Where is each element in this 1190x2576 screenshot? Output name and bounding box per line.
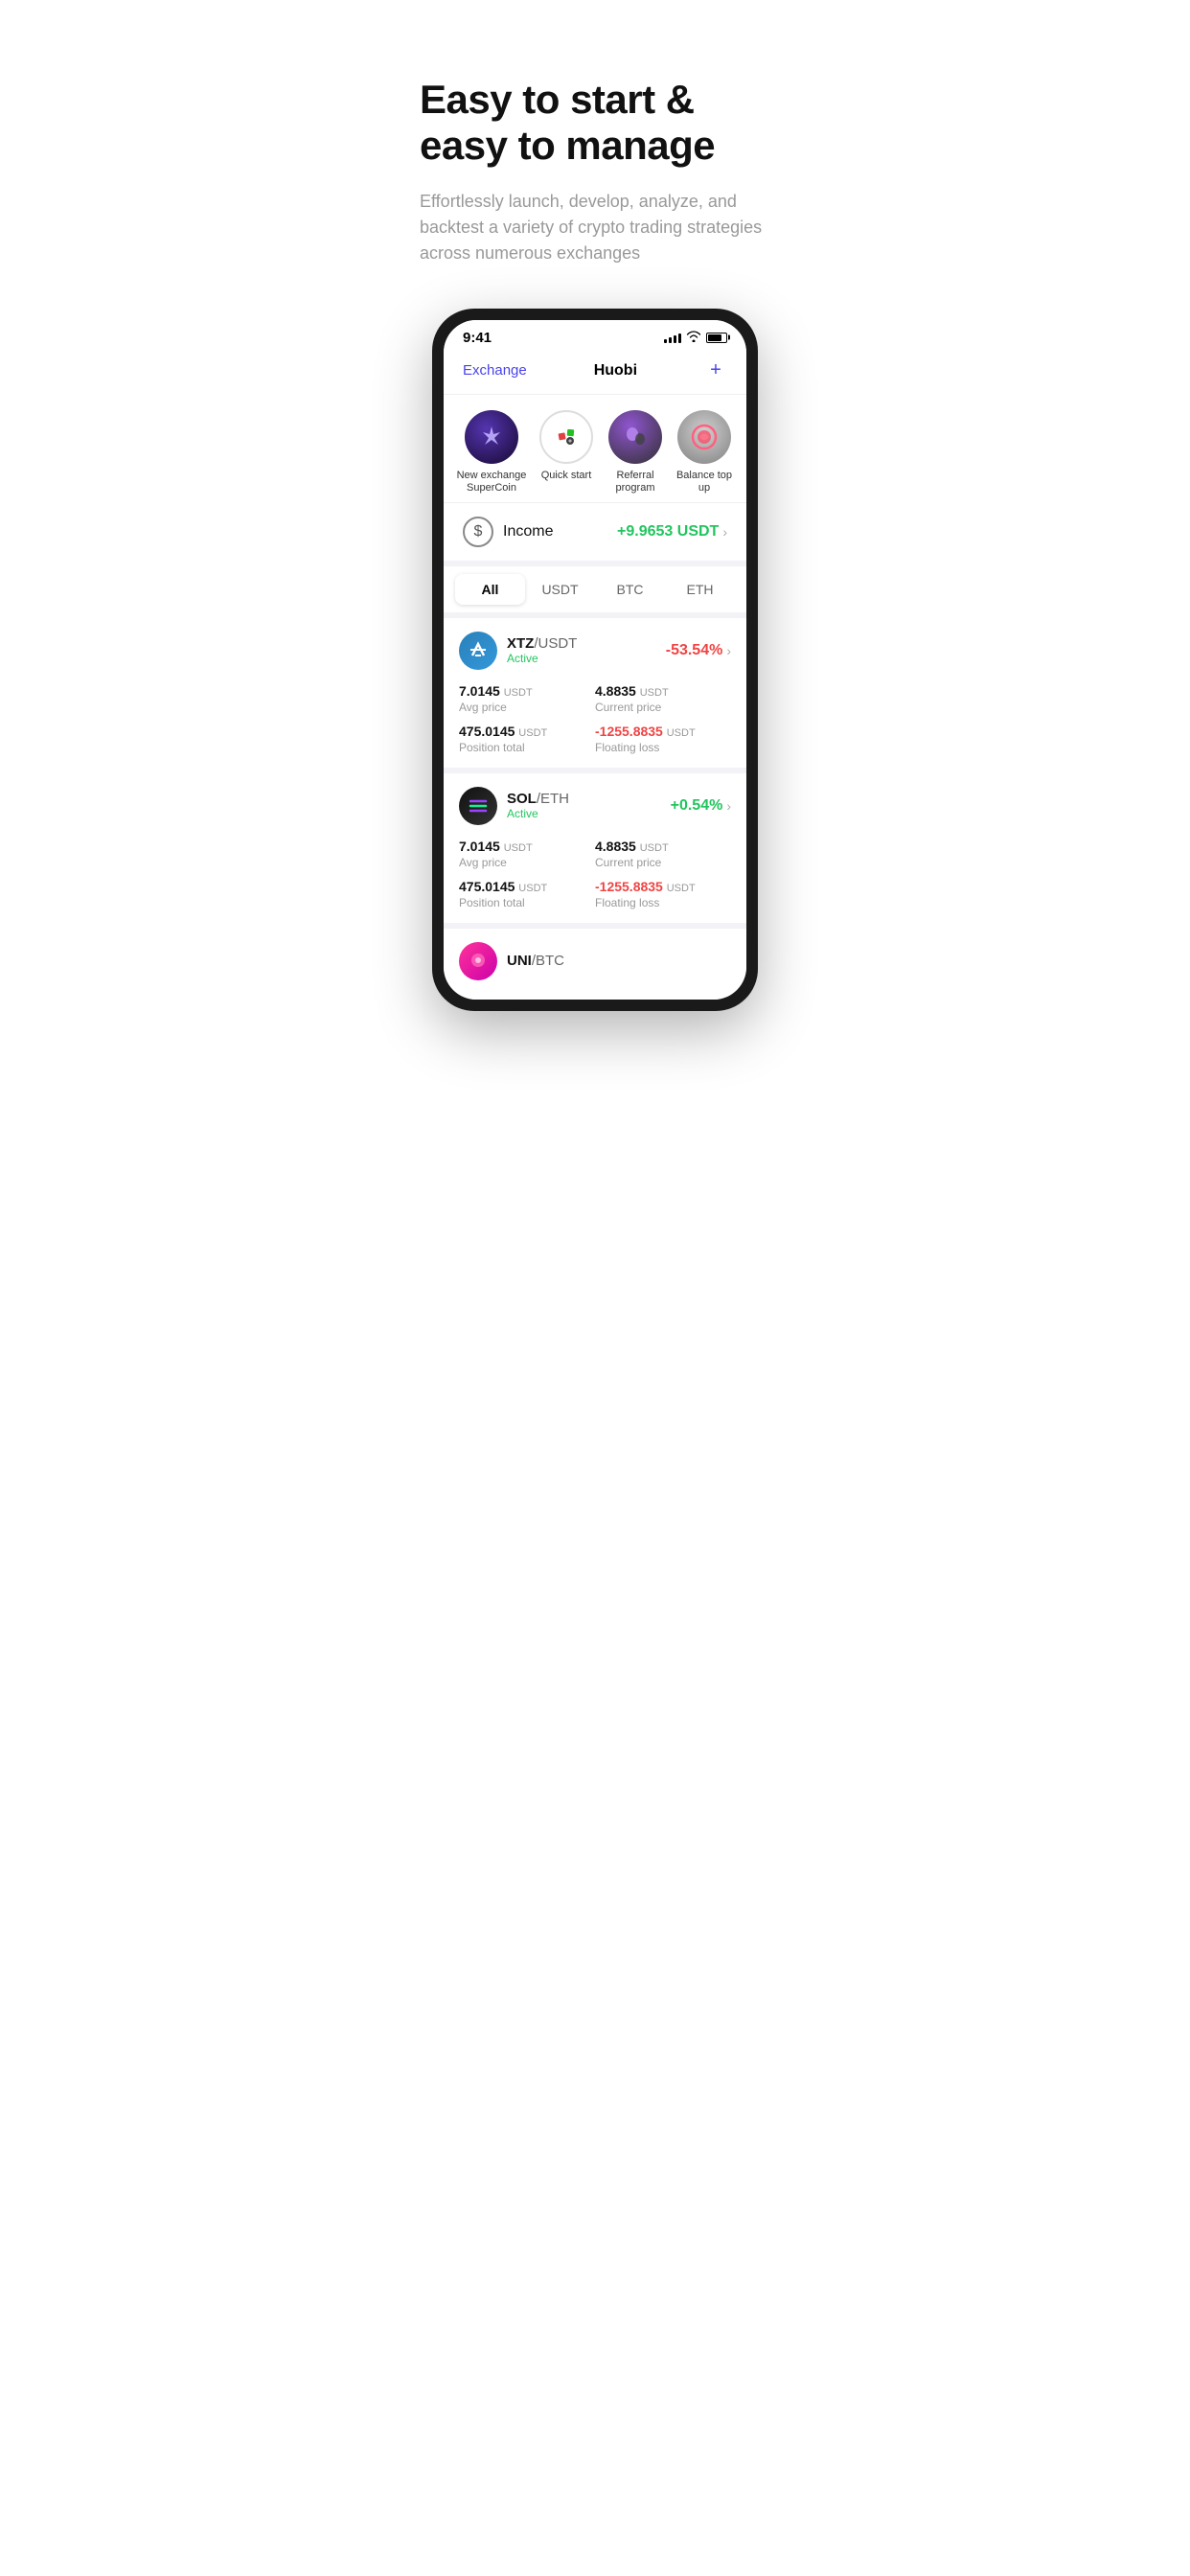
tab-btc[interactable]: BTC [595,574,665,605]
xtz-pct-row: -53.54% › [666,642,731,659]
uni-pair: UNI/BTC [507,953,564,969]
xtz-floating-label: Floating loss [595,741,731,754]
tab-eth[interactable]: ETH [665,574,735,605]
xtz-floating-loss: -1255.8835 USDT Floating loss [595,724,731,754]
topup-icon [677,410,731,464]
sol-coin-info: SOL/ETH Active [459,787,569,825]
xtz-name-block: XTZ/USDT Active [507,635,577,665]
action-item-supercoin[interactable]: New exchange SuperCoin [451,410,532,494]
xtz-pair: XTZ/USDT [507,635,577,652]
xtz-avg-price-value: 7.0145 USDT [459,683,595,699]
action-item-topup[interactable]: Balance top up [670,410,739,494]
exchange-name: Huobi [594,362,637,380]
signal-icon [664,332,681,343]
sol-avatar [459,787,497,825]
xtz-stats: 7.0145 USDT Avg price 4.8835 USDT Curren… [459,683,731,754]
tab-usdt[interactable]: USDT [525,574,595,605]
xtz-status: Active [507,652,577,665]
sol-avg-price: 7.0145 USDT Avg price [459,839,595,869]
xtz-avatar [459,632,497,670]
xtz-avg-price-label: Avg price [459,701,595,714]
phone-frame: 9:41 [432,309,758,1011]
page-wrapper: Easy to start & easy to manage Effortles… [397,0,793,1011]
phone-screen: 9:41 [444,320,746,1000]
sol-current-price-value: 4.8835 USDT [595,839,731,854]
phone-container: 9:41 [397,289,793,1011]
xtz-current-price-label: Current price [595,701,731,714]
uni-name-block: UNI/BTC [507,953,564,969]
sol-avg-price-value: 7.0145 USDT [459,839,595,854]
sol-stats: 7.0145 USDT Avg price 4.8835 USDT Curren… [459,839,731,909]
xtz-position-total: 475.0145 USDT Position total [459,724,595,754]
action-item-quickstart[interactable]: Quick start [532,410,601,494]
xtz-current-price: 4.8835 USDT Current price [595,683,731,714]
sol-avg-price-label: Avg price [459,856,595,869]
trade-card-xtz-header[interactable]: XTZ/USDT Active -53.54% › [459,632,731,670]
income-label: Income [503,523,553,540]
sol-position-total: 475.0145 USDT Position total [459,879,595,909]
sol-pct-row: +0.54% › [671,797,731,815]
referral-icon [608,410,662,464]
sol-current-price-label: Current price [595,856,731,869]
sol-current-price: 4.8835 USDT Current price [595,839,731,869]
battery-icon [706,333,727,343]
tab-all[interactable]: All [455,574,525,605]
income-icon: $ [463,517,493,547]
hero-subtitle: Effortlessly launch, develop, analyze, a… [420,189,770,266]
xtz-coin-info: XTZ/USDT Active [459,632,577,670]
sol-floating-label: Floating loss [595,896,731,909]
sol-pct: +0.54% [671,797,723,815]
partial-uni-header[interactable]: UNI/BTC [459,942,731,980]
trade-card-sol: SOL/ETH Active +0.54% › 7.0145 USDT Av [444,768,746,923]
income-value: +9.9653 USDT [617,523,719,540]
xtz-pct: -53.54% [666,642,723,659]
hero-section: Easy to start & easy to manage Effortles… [397,0,793,289]
xtz-position-label: Position total [459,741,595,754]
xtz-floating-loss-value: -1255.8835 USDT [595,724,731,739]
sol-position-total-value: 475.0145 USDT [459,879,595,894]
supercoin-label: New exchange SuperCoin [451,470,532,494]
app-header: Exchange Huobi + [444,352,746,395]
sol-position-label: Position total [459,896,595,909]
xtz-current-price-value: 4.8835 USDT [595,683,731,699]
filter-tabs: All USDT BTC ETH [444,561,746,612]
status-bar: 9:41 [444,320,746,352]
partial-card-uni: UNI/BTC [444,923,746,1000]
status-icons [664,331,727,345]
sol-pair: SOL/ETH [507,791,569,807]
topup-label: Balance top up [670,470,739,494]
xtz-avg-price: 7.0145 USDT Avg price [459,683,595,714]
xtz-position-total-value: 475.0145 USDT [459,724,595,739]
add-exchange-button[interactable]: + [704,359,727,382]
trade-card-sol-header[interactable]: SOL/ETH Active +0.54% › [459,787,731,825]
quick-actions-row: New exchange SuperCoin [444,395,746,502]
sol-floating-loss: -1255.8835 USDT Floating loss [595,879,731,909]
quickstart-label: Quick start [541,470,592,482]
trade-card-xtz: XTZ/USDT Active -53.54% › 7.0145 USDT [444,612,746,768]
sol-name-block: SOL/ETH Active [507,791,569,820]
quickstart-icon [539,410,593,464]
wifi-icon [686,331,701,345]
income-left: $ Income [463,517,553,547]
xtz-chevron-icon: › [726,643,731,658]
action-item-referral[interactable]: Referral program [601,410,670,494]
uni-avatar [459,942,497,980]
referral-label: Referral program [601,470,670,494]
sol-status: Active [507,807,569,820]
supercoin-icon [465,410,518,464]
sol-chevron-icon: › [726,798,731,814]
sol-floating-loss-value: -1255.8835 USDT [595,879,731,894]
income-row[interactable]: $ Income +9.9653 USDT › [444,502,746,561]
uni-coin-info: UNI/BTC [459,942,564,980]
hero-title: Easy to start & easy to manage [420,77,770,170]
status-time: 9:41 [463,330,492,346]
income-right: +9.9653 USDT › [617,523,727,540]
exchange-label[interactable]: Exchange [463,362,527,379]
income-chevron-icon: › [722,524,727,540]
